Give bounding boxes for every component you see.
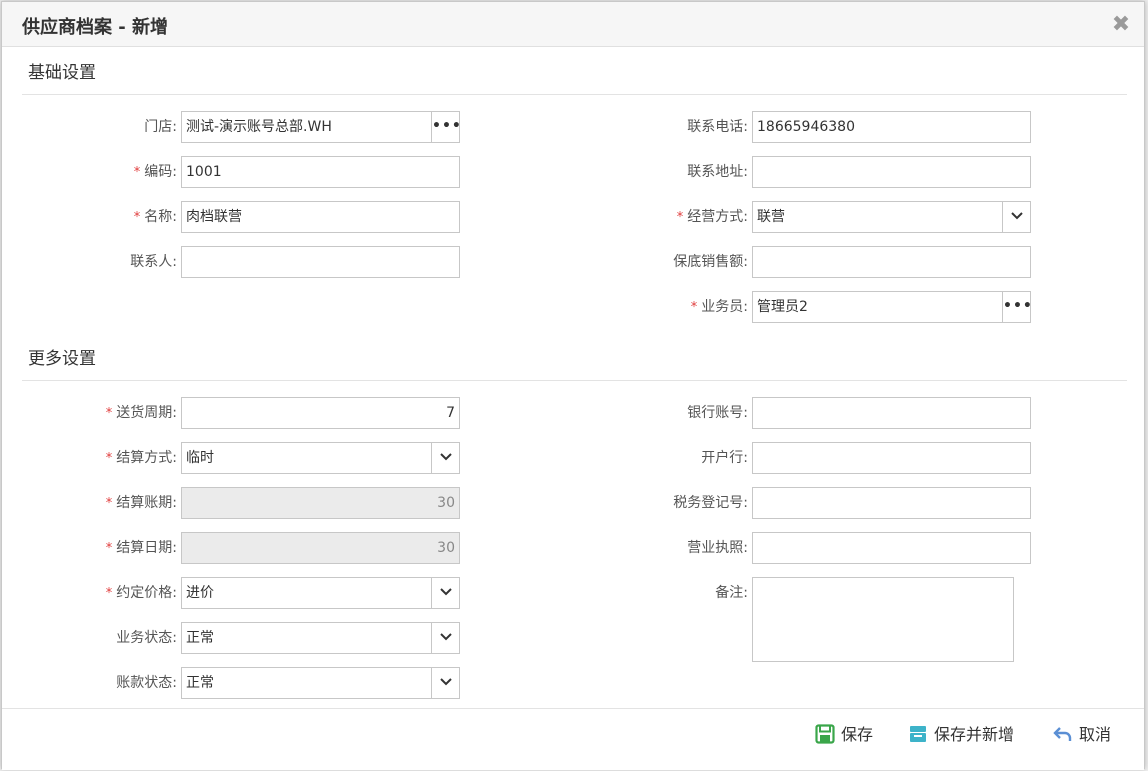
mode-field: * 经营方式: 联营 bbox=[677, 201, 1031, 233]
bank-account-input[interactable] bbox=[752, 397, 1031, 429]
store-label: 门店: bbox=[144, 119, 177, 135]
name-field: * 名称: 肉档联营 bbox=[134, 201, 460, 233]
dialog-titlebar: 供应商档案 - 新增 ✖ bbox=[2, 2, 1144, 47]
phone-label: 联系电话: bbox=[687, 119, 748, 135]
license-input[interactable] bbox=[752, 532, 1031, 564]
dialog-footer: 保存 保存并新增 取消 bbox=[2, 708, 1144, 770]
settle-period-label: * 结算账期: bbox=[105, 495, 177, 511]
account-status-label: 账款状态: bbox=[116, 675, 177, 691]
settle-date-field: * 结算日期: 30 bbox=[106, 532, 460, 564]
cancel-button[interactable]: 取消 bbox=[1053, 723, 1111, 747]
chevron-down-icon[interactable] bbox=[431, 577, 460, 609]
settle-method-select[interactable]: 临时 bbox=[181, 442, 460, 474]
contact-input[interactable] bbox=[181, 246, 460, 278]
salesman-picker-button[interactable]: ••• bbox=[1002, 291, 1032, 323]
min-sales-input[interactable] bbox=[752, 246, 1031, 278]
remark-label: 备注: bbox=[715, 585, 748, 601]
code-label: * 编码: bbox=[133, 164, 177, 180]
save-and-new-button[interactable]: 保存并新增 bbox=[908, 723, 1014, 747]
agreed-price-field: * 约定价格: 进价 bbox=[106, 577, 460, 609]
mode-label: * 经营方式: bbox=[676, 209, 748, 225]
bank-account-field: 银行账号: bbox=[687, 397, 1031, 429]
bank-account-label: 银行账号: bbox=[687, 405, 748, 421]
settle-date-label: * 结算日期: bbox=[105, 540, 177, 556]
biz-status-select[interactable]: 正常 bbox=[181, 622, 460, 654]
name-label: * 名称: bbox=[133, 209, 177, 225]
undo-icon bbox=[1053, 727, 1072, 741]
account-status-field: 账款状态: 正常 bbox=[116, 667, 460, 699]
contact-label: 联系人: bbox=[130, 254, 177, 270]
store-field: 门店: 测试-演示账号总部.WH ••• bbox=[144, 111, 461, 143]
salesman-input[interactable]: 管理员2 bbox=[752, 291, 1031, 323]
bank-label: 开户行: bbox=[701, 450, 748, 466]
mode-select[interactable]: 联营 bbox=[752, 201, 1031, 233]
chevron-down-icon[interactable] bbox=[431, 442, 460, 474]
account-status-select[interactable]: 正常 bbox=[181, 667, 460, 699]
phone-input[interactable]: 18665946380 bbox=[752, 111, 1031, 143]
settle-period-field: * 结算账期: 30 bbox=[106, 487, 460, 519]
divider bbox=[22, 380, 1127, 381]
bank-field: 开户行: bbox=[701, 442, 1031, 474]
contact-field: 联系人: bbox=[130, 246, 460, 278]
store-input[interactable]: 测试-演示账号总部.WH bbox=[181, 111, 460, 143]
remark-field: 备注: bbox=[715, 577, 1014, 662]
address-label: 联系地址: bbox=[687, 164, 748, 180]
tax-no-input[interactable] bbox=[752, 487, 1031, 519]
delivery-cycle-input[interactable]: 7 bbox=[181, 397, 460, 429]
save-label: 保存 bbox=[841, 725, 874, 744]
address-field: 联系地址: bbox=[687, 156, 1031, 188]
license-field: 营业执照: bbox=[687, 532, 1031, 564]
dialog-title: 供应商档案 - 新增 bbox=[22, 17, 169, 38]
divider bbox=[22, 94, 1127, 95]
chevron-down-icon[interactable] bbox=[431, 667, 460, 699]
address-input[interactable] bbox=[752, 156, 1031, 188]
biz-status-field: 业务状态: 正常 bbox=[116, 622, 460, 654]
close-icon[interactable]: ✖ bbox=[1110, 14, 1132, 36]
supplier-dialog: 供应商档案 - 新增 ✖ 基础设置 门店: 测试-演示账号总部.WH ••• *… bbox=[1, 1, 1145, 770]
tax-no-field: 税务登记号: bbox=[673, 487, 1031, 519]
save-and-new-label: 保存并新增 bbox=[934, 725, 1015, 744]
salesman-label: * 业务员: bbox=[690, 299, 748, 315]
settle-period-input: 30 bbox=[181, 487, 460, 519]
code-field: * 编码: 1001 bbox=[134, 156, 460, 188]
settle-method-field: * 结算方式: 临时 bbox=[106, 442, 460, 474]
name-input[interactable]: 肉档联营 bbox=[181, 201, 460, 233]
chevron-down-icon[interactable] bbox=[431, 622, 460, 654]
chevron-down-icon[interactable] bbox=[1002, 201, 1031, 233]
agreed-price-select[interactable]: 进价 bbox=[181, 577, 460, 609]
save-icon bbox=[815, 724, 835, 744]
section-title-more: 更多设置 bbox=[28, 349, 96, 369]
salesman-field: * 业务员: 管理员2 ••• bbox=[691, 291, 1032, 323]
code-input[interactable]: 1001 bbox=[181, 156, 460, 188]
license-label: 营业执照: bbox=[687, 540, 748, 556]
min-sales-label: 保底销售额: bbox=[673, 254, 748, 270]
tax-no-label: 税务登记号: bbox=[673, 495, 748, 511]
cancel-label: 取消 bbox=[1079, 725, 1112, 744]
remark-textarea[interactable] bbox=[752, 577, 1014, 662]
settle-method-label: * 结算方式: bbox=[105, 450, 177, 466]
section-title-basic: 基础设置 bbox=[28, 63, 96, 83]
agreed-price-label: * 约定价格: bbox=[105, 585, 177, 601]
save-button[interactable]: 保存 bbox=[815, 723, 873, 747]
store-picker-button[interactable]: ••• bbox=[431, 111, 461, 143]
delivery-cycle-field: * 送货周期: 7 bbox=[106, 397, 460, 429]
inbox-icon bbox=[910, 726, 926, 742]
delivery-cycle-label: * 送货周期: bbox=[105, 405, 177, 421]
biz-status-label: 业务状态: bbox=[116, 630, 177, 646]
min-sales-field: 保底销售额: bbox=[673, 246, 1031, 278]
settle-date-input: 30 bbox=[181, 532, 460, 564]
bank-input[interactable] bbox=[752, 442, 1031, 474]
phone-field: 联系电话: 18665946380 bbox=[687, 111, 1031, 143]
